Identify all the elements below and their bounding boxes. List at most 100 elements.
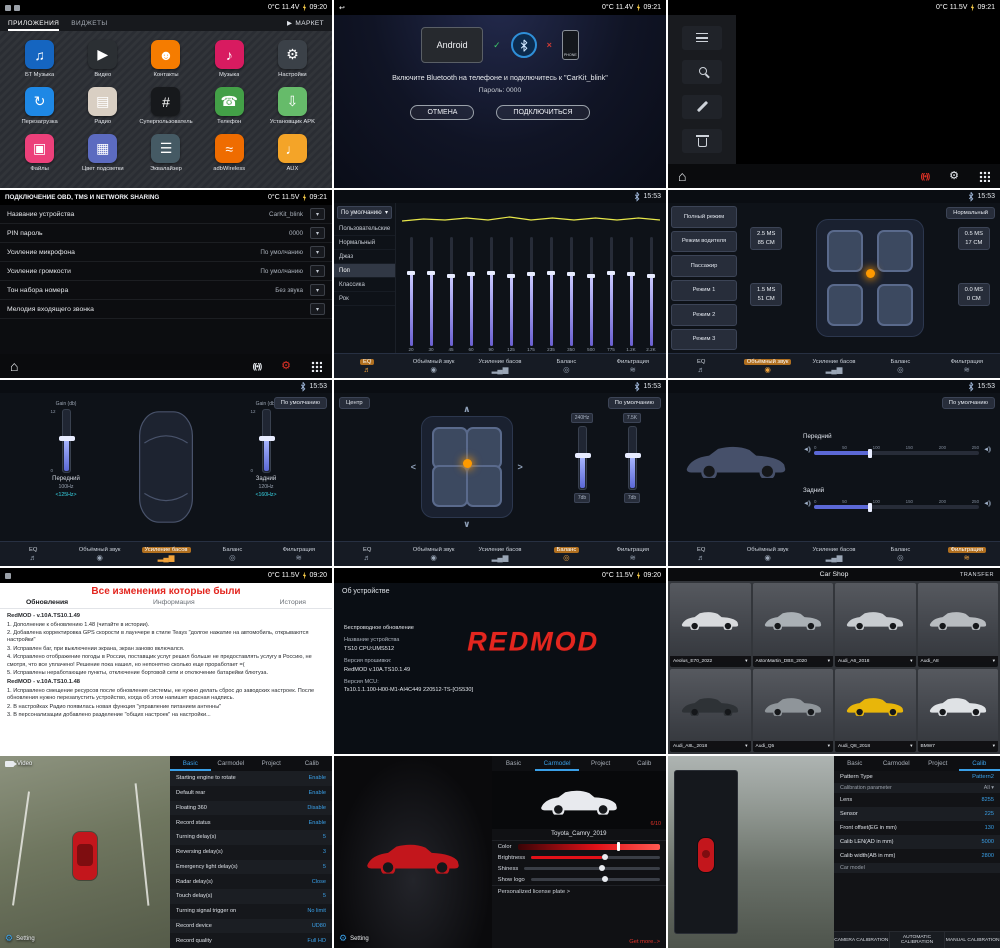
- cancel-button[interactable]: ОТМЕНА: [410, 105, 474, 120]
- cabin-diagram[interactable]: [816, 219, 924, 337]
- setting-row[interactable]: Starting engine to rotateEnable: [170, 771, 332, 786]
- dropdown-icon[interactable]: ▾: [310, 246, 325, 258]
- setting-row-mic-gain[interactable]: Усиление микрофонаПо умолчанию▾: [0, 243, 332, 262]
- tab-basic[interactable]: Basic: [834, 756, 876, 771]
- tab-filter[interactable]: Фильтрация≋: [600, 354, 666, 378]
- tab-carmodel[interactable]: Carmodel: [876, 756, 918, 771]
- app-superuser[interactable]: #Суперпользователь: [134, 87, 197, 125]
- video-button[interactable]: Video: [5, 761, 32, 767]
- settings-gear-icon[interactable]: ⚙: [281, 361, 291, 372]
- tab-filter[interactable]: Фильтрация≋: [266, 542, 332, 566]
- show-logo-row[interactable]: Show logo: [492, 874, 666, 885]
- chevron-down-icon[interactable]: ▾: [828, 659, 830, 664]
- tab-calib[interactable]: Calib: [959, 756, 1000, 771]
- seat-rear-left[interactable]: [827, 284, 863, 326]
- color-slider[interactable]: [518, 844, 660, 850]
- tab-project[interactable]: Project: [251, 756, 291, 771]
- tab-history[interactable]: История: [280, 599, 306, 606]
- listening-position-dot[interactable]: [866, 269, 875, 278]
- tab-calib[interactable]: Calib: [622, 756, 666, 771]
- slider-knob[interactable]: [59, 436, 75, 441]
- tab-surround[interactable]: Объёмный звук◉: [734, 542, 800, 566]
- seat-rear-right[interactable]: [466, 465, 502, 507]
- preset-item[interactable]: Нормальный: [334, 236, 395, 250]
- delete-button[interactable]: [682, 129, 722, 153]
- tab-widgets[interactable]: ВИДЖЕТЫ: [71, 15, 107, 31]
- arrow-up-icon[interactable]: ∧: [463, 404, 470, 415]
- app-apk-installer[interactable]: ⇩Установщик APK: [261, 87, 324, 125]
- seat-rear-right[interactable]: [877, 284, 913, 326]
- app-adb-wireless[interactable]: ≈adbWireless: [198, 134, 261, 172]
- preset-item[interactable]: Пользовательские: [334, 222, 395, 236]
- tab-basic[interactable]: Basic: [492, 756, 536, 771]
- dropdown-icon[interactable]: ▾: [310, 208, 325, 220]
- chevron-down-icon[interactable]: ▾: [910, 744, 912, 749]
- app-aux[interactable]: ♩AUX: [261, 134, 324, 172]
- tab-bass[interactable]: Усиление басов▂▄▆: [467, 354, 533, 378]
- default-button[interactable]: По умолчанию: [274, 397, 327, 409]
- eq-band-slider[interactable]: 20: [402, 237, 420, 352]
- tab-bass[interactable]: Усиление басов▂▄▆: [133, 542, 199, 566]
- slider-knob[interactable]: [868, 449, 872, 458]
- mode-driver[interactable]: Режим водителя: [671, 231, 737, 253]
- mode-2[interactable]: Режим 2: [671, 304, 737, 326]
- preset-item-active[interactable]: Поп: [334, 264, 395, 278]
- app-reboot[interactable]: ↻Перезагрузка: [8, 87, 71, 125]
- tab-filter[interactable]: Фильтрация≋: [934, 354, 1000, 378]
- tab-applications[interactable]: ПРИЛОЖЕНИЯ: [8, 15, 59, 31]
- car-item[interactable]: AstonMartin_DBS_2020▾: [753, 583, 834, 667]
- tab-surround[interactable]: Объёмный звук◉: [66, 542, 132, 566]
- connect-button[interactable]: ПОДКЛЮЧИТЬСЯ: [496, 105, 589, 120]
- tab-project[interactable]: Project: [917, 756, 959, 771]
- color-row[interactable]: Color: [492, 841, 666, 852]
- all-dropdown[interactable]: All ▾: [984, 785, 994, 791]
- tab-filter[interactable]: Фильтрация≋: [934, 542, 1000, 566]
- broadcast-icon[interactable]: ((•)): [253, 362, 261, 371]
- ota-label[interactable]: Беспроводное обновление: [344, 624, 473, 632]
- tab-eq[interactable]: EQ♬: [334, 542, 400, 566]
- setting-row[interactable]: Emergency light delay(s)5: [170, 860, 332, 875]
- setting-row-ringtone[interactable]: Мелодия входящего звонка▾: [0, 300, 332, 319]
- front-freq-selected[interactable]: <125Hz>: [55, 492, 76, 500]
- tab-calib[interactable]: Calib: [292, 756, 332, 771]
- setting-row[interactable]: Lens8255: [834, 793, 1000, 807]
- preset-item[interactable]: Джаз: [334, 250, 395, 264]
- setting-row[interactable]: Radar delay(s)Close: [170, 874, 332, 889]
- setting-row-dial-tone[interactable]: Тон набора номераБез звука▾: [0, 281, 332, 300]
- tab-bass[interactable]: Усиление басов▂▄▆: [801, 354, 867, 378]
- show-logo-toggle[interactable]: [531, 878, 660, 881]
- eq-band-slider[interactable]: 30: [422, 237, 440, 352]
- back-arrow-icon[interactable]: ↩: [339, 4, 345, 12]
- app-settings[interactable]: ⚙Настройки: [261, 40, 324, 78]
- setting-button[interactable]: ⚙Setting: [5, 934, 35, 943]
- seat-rear-left[interactable]: [432, 465, 468, 507]
- slider-knob[interactable]: [625, 453, 641, 458]
- app-radio[interactable]: ▤Радио: [71, 87, 134, 125]
- app-equalizer[interactable]: ☰Эквалайзер: [134, 134, 197, 172]
- car-preview[interactable]: 6/10: [492, 771, 666, 829]
- shiness-row[interactable]: Shiness: [492, 863, 666, 874]
- tab-bass[interactable]: Усиление басов▂▄▆: [467, 542, 533, 566]
- eq-band-slider[interactable]: 235: [542, 237, 560, 352]
- automatic-calibration-button[interactable]: AUTOMATIC CALIBRATION: [890, 932, 946, 948]
- default-button[interactable]: По умолчанию: [942, 397, 995, 409]
- tab-balance[interactable]: Баланс◎: [867, 354, 933, 378]
- app-grid-icon[interactable]: [311, 361, 322, 372]
- search-button[interactable]: [682, 60, 722, 84]
- setting-row[interactable]: Record qualityFull HD: [170, 933, 332, 948]
- car-item[interactable]: Audi_A8▾: [918, 583, 999, 667]
- brightness-slider[interactable]: [531, 856, 660, 859]
- slider-knob[interactable]: [575, 453, 591, 458]
- car-item[interactable]: BMW7▾: [918, 669, 999, 753]
- slider-track[interactable]: [628, 426, 637, 490]
- tab-surround[interactable]: Объёмный звук◉: [400, 542, 466, 566]
- tab-balance[interactable]: Баланс◎: [199, 542, 265, 566]
- setting-row[interactable]: Front offset(EG in mm)130: [834, 821, 1000, 835]
- eq-band-slider[interactable]: 2.2K: [642, 237, 660, 352]
- setting-row-pin[interactable]: PIN пароль0000▾: [0, 224, 332, 243]
- chevron-down-icon[interactable]: ▾: [745, 744, 747, 749]
- app-music[interactable]: ♪Музыка: [198, 40, 261, 78]
- tab-updates[interactable]: Обновления: [26, 599, 68, 606]
- mode-1[interactable]: Режим 1: [671, 280, 737, 302]
- tab-surround[interactable]: Объёмный звук◉: [400, 354, 466, 378]
